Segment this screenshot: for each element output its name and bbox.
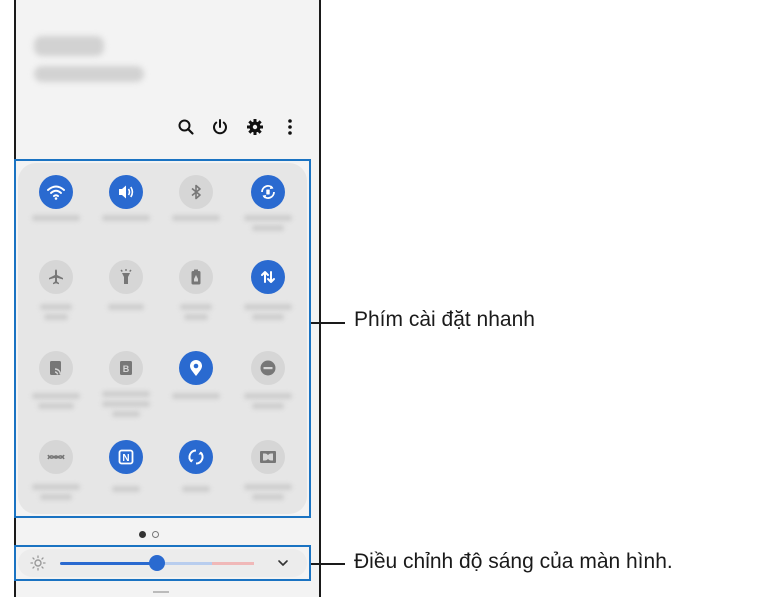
blurred-date	[34, 66, 144, 82]
quick-settings-highlight	[14, 159, 311, 518]
search-icon[interactable]	[175, 116, 197, 138]
panel-handle[interactable]	[153, 591, 169, 593]
brightness-highlight	[14, 545, 311, 581]
power-icon[interactable]	[209, 116, 231, 138]
page-dot-inactive	[152, 531, 159, 538]
page-indicator[interactable]	[139, 531, 159, 538]
gear-icon[interactable]	[244, 116, 266, 138]
quick-settings-leader-line	[311, 322, 345, 324]
page-dot-active	[139, 531, 146, 538]
brightness-leader-line	[311, 563, 345, 565]
blurred-time	[34, 36, 104, 56]
quick-settings-callout: Phím cài đặt nhanh	[354, 308, 535, 331]
brightness-callout: Điều chỉnh độ sáng của màn hình.	[354, 550, 673, 573]
more-vert-icon[interactable]	[279, 116, 301, 138]
